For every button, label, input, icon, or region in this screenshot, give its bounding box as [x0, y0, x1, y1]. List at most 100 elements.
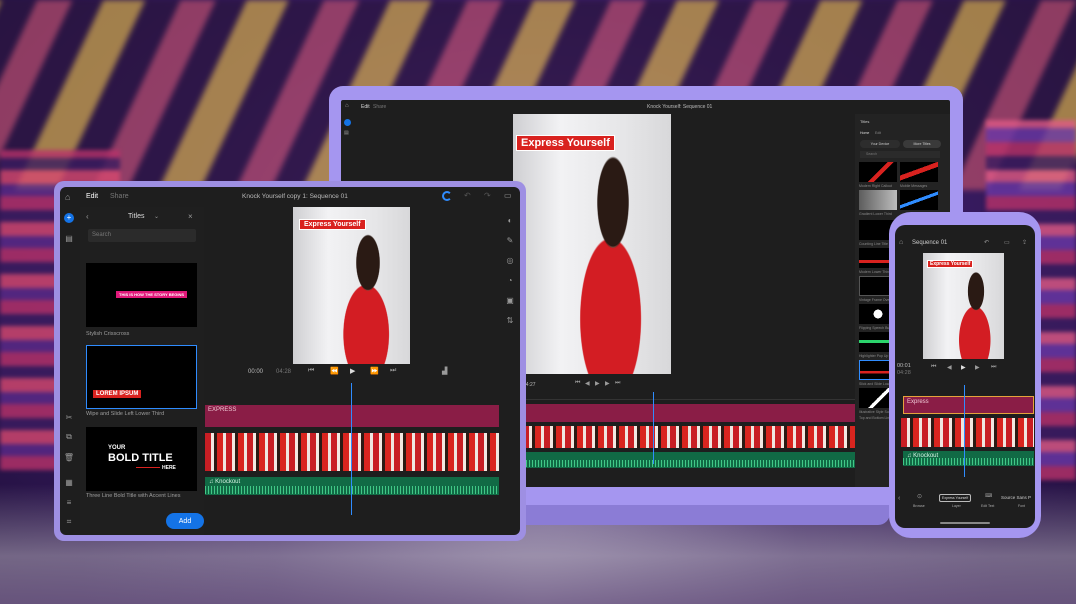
laptop-video-preview: Express Yourself — [513, 114, 671, 374]
preview-title-overlay[interactable]: Express Yourself — [516, 135, 615, 151]
step-forward-icon[interactable]: ▶ — [605, 380, 610, 387]
audio-track-clip[interactable]: ♫ Knockout — [205, 477, 499, 495]
video-track-clip[interactable] — [523, 426, 855, 448]
skip-forward-icon[interactable]: ⏭ — [390, 367, 396, 375]
playhead[interactable] — [653, 392, 654, 464]
home-icon[interactable]: ⌂ — [65, 192, 70, 202]
comment-icon[interactable]: ▭ — [1004, 239, 1010, 246]
more-titles-button[interactable]: More Titles — [903, 140, 941, 148]
tablet-timeline: EXPRESS ♫ Knockout — [205, 383, 499, 535]
title-thumb-mobile-messages[interactable] — [900, 162, 938, 182]
preview-subject — [553, 154, 671, 374]
duplicate-icon[interactable]: ⧉ — [64, 432, 74, 442]
title-track-clip[interactable]: Express — [903, 396, 1034, 414]
skip-back-icon[interactable]: ⏮ — [308, 367, 314, 375]
home-icon[interactable]: ⌂ — [899, 239, 903, 246]
add-media-button[interactable] — [344, 119, 351, 126]
title-thumb-gradient-lower-third[interactable] — [859, 190, 897, 210]
audio-meter-icon[interactable]: ▟ — [442, 367, 447, 375]
transform-icon[interactable]: ▣ — [505, 295, 515, 305]
split-icon[interactable]: ✂ — [64, 412, 74, 422]
step-back-icon[interactable]: ⏪ — [330, 367, 339, 375]
video-track-clip[interactable] — [901, 418, 1034, 447]
titles-panel-heading[interactable]: Titles — [128, 213, 144, 220]
tablet-right-rail: ◐ ✎ ◎ ◔ ▣ ⇅ — [500, 207, 520, 535]
library-icon[interactable]: ▤ — [64, 233, 74, 243]
delete-icon[interactable]: 🗑 — [64, 452, 74, 462]
play-icon[interactable]: ▶ — [350, 367, 355, 375]
phone-transport: 00:01 04:28 ⏮ ◀ ▶ ▶ ⏭ — [895, 362, 1035, 380]
effects-icon[interactable]: ◐ — [505, 215, 515, 225]
titles-search-input[interactable]: Search — [88, 229, 196, 242]
add-title-button[interactable]: Add — [166, 513, 204, 529]
font-name[interactable]: Source Sans P — [1001, 495, 1031, 500]
tab-share[interactable]: Share — [373, 104, 386, 110]
step-forward-icon[interactable]: ▶ — [975, 364, 980, 371]
thumb-text-line3: HERE — [162, 465, 176, 471]
title-thumb-modern-right-callout[interactable] — [859, 162, 897, 182]
redo-icon[interactable]: ↷ — [484, 191, 491, 200]
laptop-timeline — [523, 392, 855, 487]
keyboard-icon[interactable]: ⌨ — [985, 493, 992, 499]
audio-track-clip[interactable]: ♫ Knockout — [903, 451, 1034, 466]
time-ruler — [523, 392, 855, 400]
tracks-icon[interactable]: ≡ — [64, 497, 74, 507]
step-back-icon[interactable]: ◀ — [585, 380, 590, 387]
skip-forward-icon[interactable]: ⏭ — [991, 364, 996, 371]
playhead[interactable] — [351, 383, 352, 515]
audio-waveform — [205, 485, 499, 494]
video-track-clip[interactable] — [205, 433, 499, 471]
edit-text-label: Edit Text — [981, 504, 995, 508]
skip-forward-icon[interactable]: ⏭ — [615, 380, 620, 387]
phone-bottom-toolbar: ‹ ⊙ Browse Express Yourself Layer ⌨ Edit… — [895, 489, 1035, 519]
font-label: Font — [1018, 504, 1026, 508]
play-icon[interactable]: ▶ — [595, 380, 600, 387]
play-icon[interactable]: ▶ — [961, 364, 966, 371]
export-icon[interactable]: ⇪ — [1022, 239, 1027, 246]
title-thumb-three-line-bold[interactable]: YOUR BOLD TITLE HERE — [86, 427, 197, 491]
layer-text-chip[interactable]: Express Yourself — [939, 494, 972, 502]
title-thumb-wipe-slide[interactable]: LOREM IPSUM — [86, 345, 197, 409]
step-back-icon[interactable]: ◀ — [947, 364, 952, 371]
title-track-clip[interactable] — [523, 404, 855, 422]
library-icon[interactable]: ▤ — [344, 130, 349, 136]
duration: 04:28 — [276, 369, 292, 375]
close-icon[interactable]: × — [188, 212, 193, 221]
color-icon[interactable]: ✎ — [505, 235, 515, 245]
title-thumb-stylish-crisscross[interactable]: THIS IS HOW THE STORY BEGINS — [86, 263, 197, 327]
thumb-label: Stylish Crisscross — [86, 331, 130, 337]
audio-waveform — [903, 458, 1034, 465]
tablet-video-preview: Express Yourself — [293, 207, 410, 364]
tab-edit[interactable]: Edit — [361, 104, 370, 110]
title-thumb-blue[interactable] — [900, 190, 938, 210]
preview-title-overlay[interactable]: Express Yourself — [299, 219, 366, 230]
layers-icon[interactable]: ▦ — [64, 477, 74, 487]
your-device-button[interactable]: Your Device — [860, 140, 900, 148]
preview-title-overlay[interactable]: Express Yourself — [926, 260, 974, 268]
audio-track-clip[interactable] — [523, 452, 855, 468]
undo-icon[interactable]: ↶ — [984, 239, 989, 246]
title-track-clip[interactable]: EXPRESS — [205, 405, 499, 427]
audio-icon[interactable]: ◎ — [505, 255, 515, 265]
chevron-down-icon[interactable]: ⌄ — [154, 213, 159, 220]
crop-icon[interactable]: ⌗ — [64, 517, 74, 527]
step-forward-icon[interactable]: ⏩ — [370, 367, 379, 375]
tab-edit[interactable]: Edit — [86, 193, 98, 200]
tab-share[interactable]: Share — [110, 193, 129, 200]
speed-icon[interactable]: ◔ — [505, 275, 515, 285]
undo-icon[interactable]: ↶ — [464, 191, 471, 200]
playhead[interactable] — [964, 385, 965, 477]
thumb-label: Vintage Frame Overl — [859, 298, 892, 302]
panel-tab-edit[interactable]: Edit — [875, 131, 881, 135]
comment-icon[interactable]: ▭ — [504, 191, 512, 200]
panel-tab-home[interactable]: Home — [860, 131, 869, 135]
skip-back-icon[interactable]: ⏮ — [575, 380, 580, 387]
add-media-button[interactable]: + — [64, 213, 74, 223]
back-chevron-icon[interactable]: ‹ — [898, 495, 900, 502]
titles-search[interactable]: Search — [860, 151, 940, 158]
back-chevron-icon[interactable]: ‹ — [86, 212, 89, 221]
adjust-icon[interactable]: ⇅ — [505, 315, 515, 325]
skip-back-icon[interactable]: ⏮ — [931, 364, 936, 371]
home-icon[interactable]: ⌂ — [345, 103, 349, 109]
browse-icon[interactable]: ⊙ — [917, 493, 922, 500]
